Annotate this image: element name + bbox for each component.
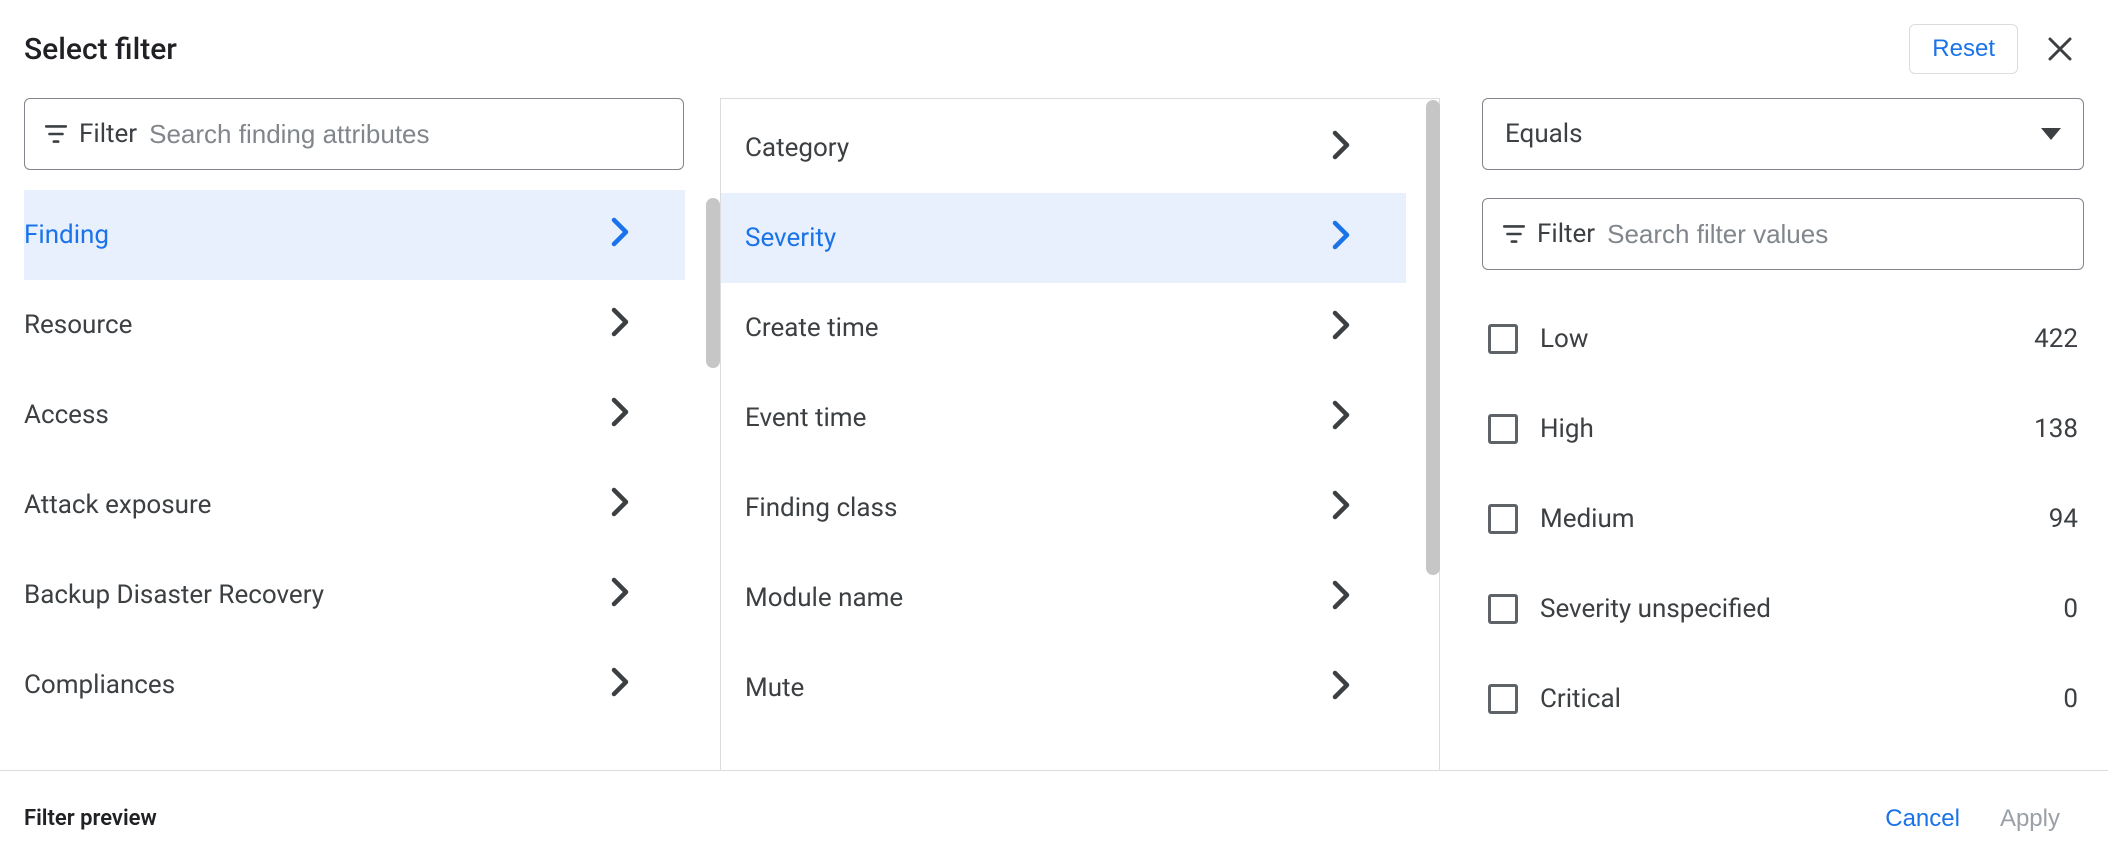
chevron-right-icon bbox=[1332, 130, 1350, 167]
filter-values-column: Equals Filter Low 422 High 1 bbox=[1440, 98, 2084, 770]
category-item-label: Resource bbox=[24, 310, 611, 340]
chevron-right-icon bbox=[611, 487, 629, 524]
dialog-title: Select filter bbox=[24, 32, 1909, 67]
values-search-label: Filter bbox=[1537, 219, 1595, 249]
chevron-right-icon bbox=[611, 217, 629, 254]
select-filter-dialog: Select filter Reset Filter Finding R bbox=[0, 0, 2108, 866]
dialog-body: Filter Finding Resource Access Attack ex… bbox=[0, 74, 2108, 770]
chevron-right-icon bbox=[1332, 670, 1350, 707]
attribute-item-module-name[interactable]: Module name bbox=[721, 553, 1406, 643]
attribute-item-label: Category bbox=[745, 133, 1332, 163]
filter-category-column: Filter Finding Resource Access Attack ex… bbox=[0, 98, 720, 770]
chevron-right-icon bbox=[611, 397, 629, 434]
cancel-button[interactable]: Cancel bbox=[1865, 791, 1980, 847]
value-item-count: 94 bbox=[2049, 504, 2078, 534]
attribute-search-box[interactable]: Filter bbox=[24, 98, 684, 170]
category-item-label: Finding bbox=[24, 220, 611, 250]
attribute-search-input[interactable] bbox=[147, 118, 665, 151]
chevron-right-icon bbox=[1332, 400, 1350, 437]
category-item-label: Backup Disaster Recovery bbox=[24, 580, 611, 610]
value-item-high[interactable]: High 138 bbox=[1482, 384, 2084, 474]
attribute-list: Category Severity Create time Event time bbox=[721, 99, 1439, 733]
checkbox[interactable] bbox=[1488, 594, 1518, 624]
checkbox[interactable] bbox=[1488, 504, 1518, 534]
value-item-medium[interactable]: Medium 94 bbox=[1482, 474, 2084, 564]
value-item-count: 422 bbox=[2034, 324, 2078, 354]
value-item-count: 138 bbox=[2034, 414, 2078, 444]
chevron-right-icon bbox=[611, 577, 629, 614]
filter-icon bbox=[1501, 221, 1527, 247]
category-item-resource[interactable]: Resource bbox=[24, 280, 685, 370]
value-item-count: 0 bbox=[2063, 684, 2078, 714]
attribute-item-create-time[interactable]: Create time bbox=[721, 283, 1406, 373]
values-search-box[interactable]: Filter bbox=[1482, 198, 2084, 270]
scrollbar-thumb[interactable] bbox=[706, 198, 720, 368]
attribute-item-finding-class[interactable]: Finding class bbox=[721, 463, 1406, 553]
value-item-label: Low bbox=[1540, 324, 2012, 354]
close-icon bbox=[2045, 34, 2075, 64]
category-item-label: Attack exposure bbox=[24, 490, 611, 520]
attribute-item-category[interactable]: Category bbox=[721, 103, 1406, 193]
close-button[interactable] bbox=[2036, 25, 2084, 73]
category-item-finding[interactable]: Finding bbox=[24, 190, 685, 280]
category-item-access[interactable]: Access bbox=[24, 370, 685, 460]
values-list: Low 422 High 138 Medium 94 Severity unsp… bbox=[1482, 294, 2084, 770]
value-item-severity-unspecified[interactable]: Severity unspecified 0 bbox=[1482, 564, 2084, 654]
category-list: Finding Resource Access Attack exposure … bbox=[24, 190, 720, 770]
attribute-item-mute[interactable]: Mute bbox=[721, 643, 1406, 733]
values-search-input[interactable] bbox=[1605, 218, 2065, 251]
filter-attribute-column: Category Severity Create time Event time bbox=[720, 98, 1440, 770]
attribute-item-label: Create time bbox=[745, 313, 1332, 343]
checkbox[interactable] bbox=[1488, 414, 1518, 444]
dialog-header: Select filter Reset bbox=[0, 0, 2108, 74]
scrollbar-thumb[interactable] bbox=[1426, 100, 1440, 575]
attribute-item-label: Module name bbox=[745, 583, 1332, 613]
attribute-item-label: Finding class bbox=[745, 493, 1332, 523]
operator-selected-label: Equals bbox=[1505, 119, 2041, 149]
filter-preview-label: Filter preview bbox=[24, 806, 1865, 831]
attribute-list-wrap: Category Severity Create time Event time bbox=[720, 98, 1440, 770]
apply-button[interactable]: Apply bbox=[1980, 791, 2080, 847]
value-item-count: 0 bbox=[2063, 594, 2078, 624]
value-item-critical[interactable]: Critical 0 bbox=[1482, 654, 2084, 744]
value-item-label: Medium bbox=[1540, 504, 2027, 534]
operator-select[interactable]: Equals bbox=[1482, 98, 2084, 170]
chevron-right-icon bbox=[611, 667, 629, 704]
chevron-down-icon bbox=[2041, 128, 2061, 140]
checkbox[interactable] bbox=[1488, 324, 1518, 354]
dialog-footer: Filter preview Cancel Apply bbox=[0, 770, 2108, 866]
category-item-backup-disaster-recovery[interactable]: Backup Disaster Recovery bbox=[24, 550, 685, 640]
chevron-right-icon bbox=[1332, 490, 1350, 527]
reset-button[interactable]: Reset bbox=[1909, 24, 2018, 74]
category-item-compliances[interactable]: Compliances bbox=[24, 640, 685, 730]
attribute-item-label: Severity bbox=[745, 223, 1332, 253]
value-item-label: High bbox=[1540, 414, 2012, 444]
category-item-label: Access bbox=[24, 400, 611, 430]
chevron-right-icon bbox=[1332, 220, 1350, 257]
chevron-right-icon bbox=[1332, 580, 1350, 617]
attribute-item-severity[interactable]: Severity bbox=[721, 193, 1406, 283]
category-item-label: Compliances bbox=[24, 670, 611, 700]
value-item-label: Critical bbox=[1540, 684, 2041, 714]
chevron-right-icon bbox=[611, 307, 629, 344]
checkbox[interactable] bbox=[1488, 684, 1518, 714]
attribute-item-label: Mute bbox=[745, 673, 1332, 703]
value-item-low[interactable]: Low 422 bbox=[1482, 294, 2084, 384]
category-item-attack-exposure[interactable]: Attack exposure bbox=[24, 460, 685, 550]
attribute-item-label: Event time bbox=[745, 403, 1332, 433]
filter-icon bbox=[43, 121, 69, 147]
attribute-search-label: Filter bbox=[79, 119, 137, 149]
chevron-right-icon bbox=[1332, 310, 1350, 347]
attribute-item-event-time[interactable]: Event time bbox=[721, 373, 1406, 463]
value-item-label: Severity unspecified bbox=[1540, 594, 2041, 624]
